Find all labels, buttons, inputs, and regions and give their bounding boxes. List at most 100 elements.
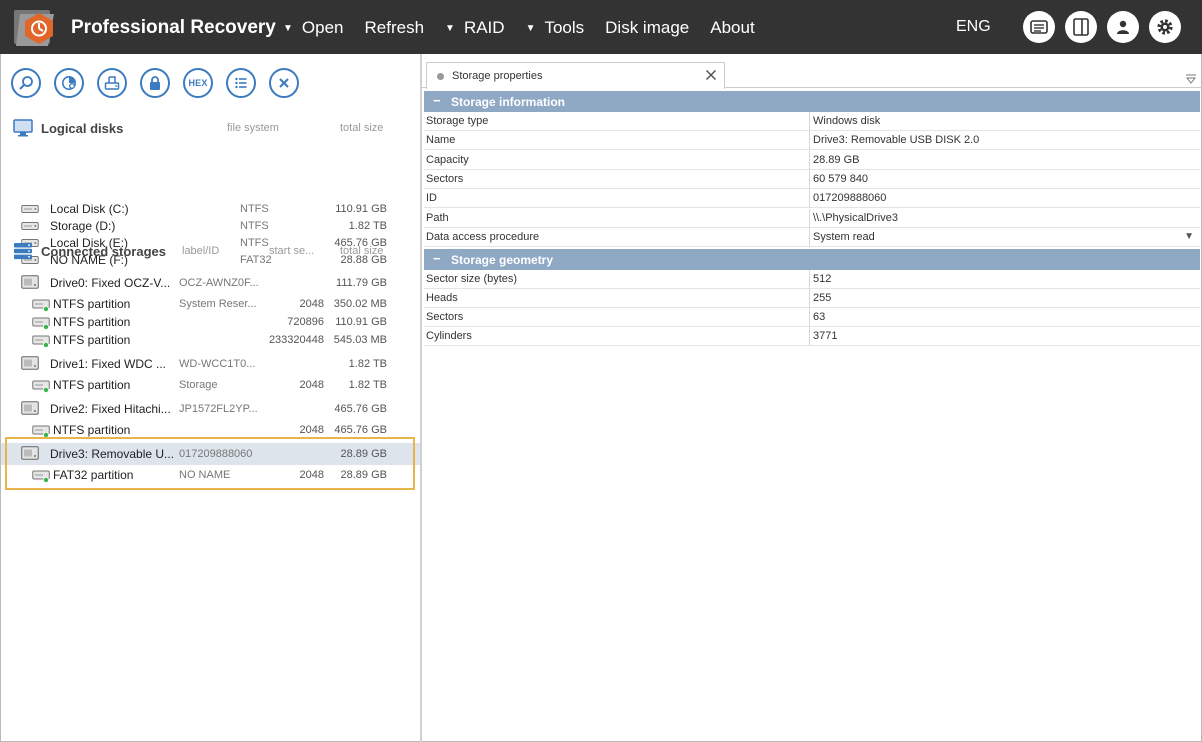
menu-refresh-label: Refresh xyxy=(364,18,425,37)
property-value: 63 xyxy=(813,311,826,323)
property-key: Storage type xyxy=(426,115,489,127)
col-label-id[interactable]: label/ID xyxy=(182,245,219,257)
menu-refresh[interactable]: Refresh xyxy=(365,18,425,38)
close-storage-button[interactable] xyxy=(269,68,299,98)
tab-list-menu-icon[interactable] xyxy=(1186,74,1196,84)
column-separator xyxy=(809,270,810,289)
column-separator xyxy=(809,208,810,228)
property-row[interactable]: Data access procedure System read ▼ xyxy=(424,227,1200,247)
storage-label-id: System Reser... xyxy=(179,298,257,310)
user-button[interactable] xyxy=(1107,11,1139,43)
col-file-system[interactable]: file system xyxy=(227,122,279,134)
physical-drive-icon xyxy=(21,446,39,460)
column-separator xyxy=(809,327,810,346)
property-value: 60 579 840 xyxy=(813,172,869,185)
storage-label-id: JP1572FL2YP... xyxy=(179,403,258,415)
logical-disk-fs: FAT32 xyxy=(240,254,272,266)
list-button[interactable] xyxy=(226,68,256,98)
storage-partition-row[interactable]: NTFS partition Storage 2048 1.82 TB xyxy=(1,376,421,394)
property-key: Sectors xyxy=(426,172,464,185)
col-total-size[interactable]: total size xyxy=(340,122,383,134)
storage-partition-row[interactable]: NTFS partition 2048 465.76 GB xyxy=(1,421,421,439)
gear-icon xyxy=(1157,19,1173,35)
language-selector[interactable]: ENG xyxy=(956,18,991,36)
menu-raid[interactable]: ▼ RAID xyxy=(445,18,505,38)
property-value: Drive3: Removable USB DISK 2.0 xyxy=(813,134,980,147)
storage-start-sector: 2048 xyxy=(299,298,324,310)
partition-icon xyxy=(32,425,50,438)
property-key: Path xyxy=(426,211,449,224)
menu-tools[interactable]: ▼ Tools xyxy=(526,18,585,38)
storage-drive-row[interactable]: Drive2: Fixed Hitachi... JP1572FL2YP... 46… xyxy=(1,398,421,420)
storage-start-sector: 2048 xyxy=(299,379,324,391)
logical-disk-fs: NTFS xyxy=(240,237,269,249)
logical-disk-name: Storage (D:) xyxy=(50,219,116,233)
physical-drive-icon xyxy=(21,356,39,370)
storage-drive-row[interactable]: Drive0: Fixed OCZ-V... OCZ-AWNZ0F... 111.7… xyxy=(1,272,421,294)
menu-open[interactable]: ▼ Open xyxy=(283,18,344,38)
property-value: 3771 xyxy=(813,330,838,342)
storage-name: Drive0: Fixed OCZ-V... xyxy=(50,276,171,290)
storage-drive-row[interactable]: Drive1: Fixed WDC ... WD-WCC1T0... 1.82 TB xyxy=(1,353,421,375)
tab-status-dot-icon xyxy=(437,73,444,80)
partition-icon xyxy=(32,380,50,393)
property-row: Heads 255 xyxy=(424,289,1200,308)
storage-name: NTFS partition xyxy=(53,297,131,311)
property-row: Cylinders 3771 xyxy=(424,327,1200,346)
create-image-button[interactable] xyxy=(97,68,127,98)
logical-disk-row[interactable]: Storage (D:) NTFS 1.82 TB xyxy=(1,217,421,235)
storage-name: NTFS partition xyxy=(53,333,131,347)
storage-size: 465.76 GB xyxy=(334,424,387,436)
col-start-sector[interactable]: start se... xyxy=(269,245,314,257)
dropdown-arrow-icon[interactable]: ▼ xyxy=(1184,231,1194,242)
property-key: Sectors xyxy=(426,311,464,323)
logical-disk-row[interactable]: Local Disk (C:) NTFS 110.91 GB xyxy=(1,200,421,218)
panel-layout-icon xyxy=(1073,18,1089,36)
storage-partition-row[interactable]: NTFS partition 720896 110.91 GB xyxy=(1,313,421,331)
storage-name: NTFS partition xyxy=(53,378,131,392)
storage-start-sector: 233320448 xyxy=(268,334,324,346)
storage-size: 1.82 TB xyxy=(348,379,387,391)
hex-viewer-button[interactable]: HEX xyxy=(183,68,213,98)
column-separator xyxy=(809,227,810,247)
scan-button[interactable] xyxy=(54,68,84,98)
collapse-icon: − xyxy=(433,251,441,266)
storage-partition-row[interactable]: FAT32 partition NO NAME 2048 28.89 GB xyxy=(1,466,421,484)
menu-about[interactable]: About xyxy=(710,18,754,38)
group-title: Storage information xyxy=(451,95,566,109)
storage-size: 465.76 GB xyxy=(334,403,387,415)
column-separator xyxy=(809,289,810,308)
menu-disk-image[interactable]: Disk image xyxy=(605,18,689,38)
group-storage-information[interactable]: − Storage information xyxy=(424,91,1200,112)
app-logo-icon xyxy=(12,6,58,48)
property-key: Sector size (bytes) xyxy=(426,273,518,285)
search-button[interactable] xyxy=(11,68,41,98)
encryption-button[interactable] xyxy=(140,68,170,98)
group-storage-geometry[interactable]: − Storage geometry xyxy=(424,249,1200,270)
storage-name: NTFS partition xyxy=(53,423,131,437)
col-total-size-storages[interactable]: total size xyxy=(340,245,383,257)
main-menu: ▼ Open Refresh ▼ RAID ▼ Tools Disk image… xyxy=(283,18,776,38)
connected-storages-header: Connected storages xyxy=(13,241,166,261)
tab-storage-properties[interactable]: Storage properties xyxy=(426,62,725,89)
property-row: Sectors 60 579 840 xyxy=(424,169,1200,189)
panel-toggle-button[interactable] xyxy=(1065,11,1097,43)
column-separator xyxy=(809,112,810,131)
property-row: Name Drive3: Removable USB DISK 2.0 xyxy=(424,131,1200,151)
storage-name: FAT32 partition xyxy=(53,468,134,482)
caret-down-icon: ▼ xyxy=(283,22,293,34)
storage-stack-icon xyxy=(14,243,32,260)
storage-partition-row[interactable]: NTFS partition System Reser... 2048 350.02 … xyxy=(1,295,421,313)
settings-button[interactable] xyxy=(1149,11,1181,43)
storage-size: 28.89 GB xyxy=(340,448,387,460)
storage-partition-row[interactable]: NTFS partition 233320448 545.03 MB xyxy=(1,331,421,349)
disk-image-icon xyxy=(104,76,120,90)
close-icon xyxy=(279,78,289,88)
log-button[interactable] xyxy=(1023,11,1055,43)
storage-label-id: OCZ-AWNZ0F... xyxy=(179,277,259,289)
list-icon xyxy=(235,77,247,89)
storage-drive-row[interactable]: Drive3: Removable U... 017209888060 28.89 … xyxy=(1,443,421,465)
property-key: ID xyxy=(426,192,437,205)
tab-close-icon[interactable] xyxy=(704,68,718,82)
property-value: \\.\PhysicalDrive3 xyxy=(813,211,898,224)
